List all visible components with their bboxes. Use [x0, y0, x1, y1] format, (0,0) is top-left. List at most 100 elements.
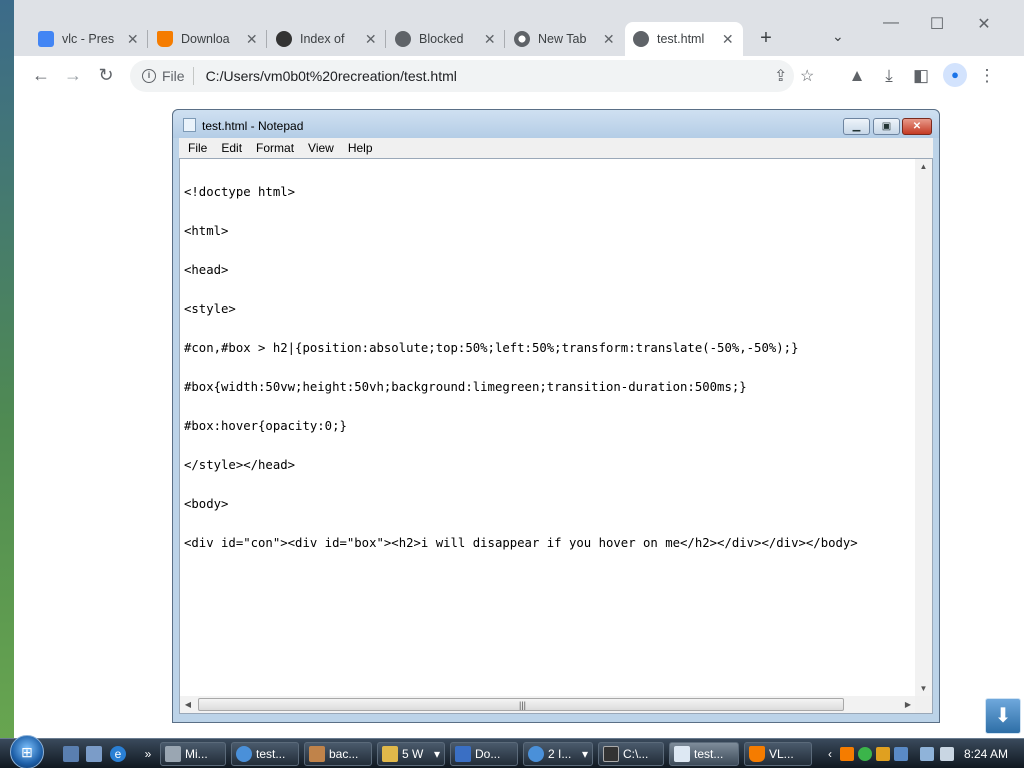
close-button[interactable]: ✕ [902, 118, 932, 135]
tab-label: test.html [657, 32, 705, 46]
address-bar[interactable]: i File C:/Users/vm0b0t%20recreation/test… [130, 60, 814, 92]
taskbar-button[interactable]: VL... [744, 742, 812, 766]
taskbar-button-notepad[interactable]: test... [669, 742, 739, 766]
internet-explorer-icon [528, 746, 544, 762]
app-icon [165, 746, 181, 762]
github-icon [276, 31, 292, 47]
share-icon[interactable]: ⇪ [774, 66, 787, 86]
menu-edit[interactable]: Edit [212, 138, 247, 155]
back-icon[interactable]: ← [30, 65, 52, 86]
menu-format[interactable]: Format [247, 138, 299, 155]
clock[interactable]: 8:24 AM [964, 747, 1008, 761]
folder-icon [382, 746, 398, 762]
status-tray-icon[interactable] [858, 747, 872, 761]
menu-icon[interactable]: ⋮ [976, 66, 998, 86]
maximize-button[interactable]: ▣ [873, 118, 900, 135]
taskbar-button[interactable]: test... [231, 742, 299, 766]
close-icon[interactable]: ✕ [601, 31, 616, 48]
tab-label: Index of [300, 32, 345, 46]
tab-test-html[interactable]: test.html ✕ [625, 22, 743, 56]
scroll-thumb[interactable]: ||| [198, 698, 844, 711]
download-arrow-icon[interactable]: ⬇ [985, 698, 1021, 734]
code-line: <!doctype html> [184, 185, 296, 199]
scroll-right-icon[interactable]: ▶ [900, 696, 916, 713]
volume-muted-icon[interactable] [940, 747, 954, 761]
menu-help[interactable]: Help [339, 138, 378, 155]
code-line: #box{width:50vw;height:50vh;background:l… [184, 380, 747, 394]
globe-icon [633, 31, 649, 47]
info-icon[interactable]: i [142, 69, 156, 83]
text-editor[interactable]: <!doctype html> <html> <head> <style> #c… [179, 158, 933, 714]
horizontal-scrollbar[interactable]: ◀ ||| ▶ [180, 696, 916, 713]
menu-view[interactable]: View [299, 138, 339, 155]
vlc-cone-icon [157, 31, 173, 47]
chrome-icon [236, 746, 252, 762]
tab-vlc-presentation[interactable]: vlc - Pres ✕ [30, 22, 148, 56]
tab-index-of[interactable]: Index of ✕ [268, 22, 386, 56]
close-window-icon[interactable]: ✕ [961, 14, 1007, 34]
code-line: </style></head> [184, 458, 296, 472]
document-icon [38, 31, 54, 47]
taskbar-button[interactable]: 2 I... ▾ [523, 742, 593, 766]
bookmark-star-icon[interactable]: ☆ [800, 66, 814, 86]
editor-text[interactable]: <!doctype html> <html> <head> <style> #c… [184, 160, 858, 576]
download-icon[interactable]: ⤓ [878, 66, 900, 86]
notepad-window: test.html - Notepad ▁ ▣ ✕ File Edit Format… [172, 109, 940, 723]
start-button[interactable]: ⊞ [10, 735, 44, 768]
taskbar-button[interactable]: C:\... [598, 742, 664, 766]
vlc-tray-icon[interactable] [840, 747, 854, 761]
tab-label: Downloa [181, 32, 230, 46]
scroll-left-icon[interactable]: ◀ [180, 696, 196, 713]
menu-bar: File Edit Format View Help [179, 138, 933, 158]
code-line: #box:hover{opacity:0;} [184, 419, 347, 433]
taskbar-button[interactable]: bac... [304, 742, 372, 766]
minimize-icon[interactable]: — [868, 14, 914, 32]
tab-label: Blocked [419, 32, 464, 46]
switch-windows-icon[interactable] [86, 746, 102, 762]
close-icon[interactable]: ✕ [482, 31, 497, 48]
window-title: test.html - Notepad [202, 119, 304, 133]
internet-explorer-icon[interactable]: e [110, 746, 126, 762]
word-icon [455, 746, 471, 762]
chrome-icon [514, 31, 530, 47]
menu-file[interactable]: File [179, 138, 212, 155]
extension-icon[interactable]: ▲ [846, 66, 868, 86]
scroll-down-icon[interactable]: ▼ [915, 681, 932, 697]
notepad-icon [183, 118, 196, 132]
maximize-icon[interactable]: ☐ [914, 14, 960, 34]
show-desktop-icon[interactable] [63, 746, 79, 762]
app-tray-icon[interactable] [894, 747, 908, 761]
vertical-scrollbar[interactable]: ▲ ▼ [915, 159, 932, 697]
side-panel-icon[interactable]: ◧ [910, 66, 932, 86]
7zip-icon [603, 746, 619, 762]
scheme-label: File [162, 68, 185, 84]
code-line: <div id="con"><div id="box"><h2>i will d… [184, 536, 858, 550]
tray-expand-icon[interactable]: ‹ [822, 746, 838, 762]
forward-icon[interactable]: → [62, 65, 84, 86]
new-tab-button[interactable]: + [754, 27, 778, 50]
close-icon[interactable]: ✕ [125, 31, 140, 48]
tab-new-tab[interactable]: New Tab ✕ [506, 22, 624, 56]
tab-blocked[interactable]: Blocked ✕ [387, 22, 505, 56]
profile-avatar[interactable]: ● [943, 63, 967, 87]
close-icon[interactable]: ✕ [720, 31, 735, 48]
network-icon[interactable] [920, 747, 934, 761]
chevron-more-icon[interactable]: » [140, 746, 156, 762]
taskbar-button[interactable]: Do... [450, 742, 518, 766]
minimize-button[interactable]: ▁ [843, 118, 870, 135]
globe-icon [395, 31, 411, 47]
browser-toolbar: ← → ↻ i File C:/Users/vm0b0t%20recreatio… [14, 56, 1024, 96]
close-icon[interactable]: ✕ [363, 31, 378, 48]
tab-download[interactable]: Downloa ✕ [149, 22, 267, 56]
close-icon[interactable]: ✕ [244, 31, 259, 48]
shield-icon[interactable] [876, 747, 890, 761]
code-line: <html> [184, 224, 229, 238]
reload-icon[interactable]: ↻ [95, 65, 117, 86]
url-text[interactable]: C:/Users/vm0b0t%20recreation/test.html [206, 68, 457, 84]
notepad-title-bar[interactable]: test.html - Notepad ▁ ▣ ✕ [173, 110, 939, 138]
tab-search-chevron-icon[interactable]: ⌄ [832, 28, 844, 45]
code-line: <body> [184, 497, 229, 511]
scroll-up-icon[interactable]: ▲ [915, 159, 932, 175]
taskbar-button[interactable]: Mi... [160, 742, 226, 766]
taskbar-button[interactable]: 5 W ▾ [377, 742, 445, 766]
